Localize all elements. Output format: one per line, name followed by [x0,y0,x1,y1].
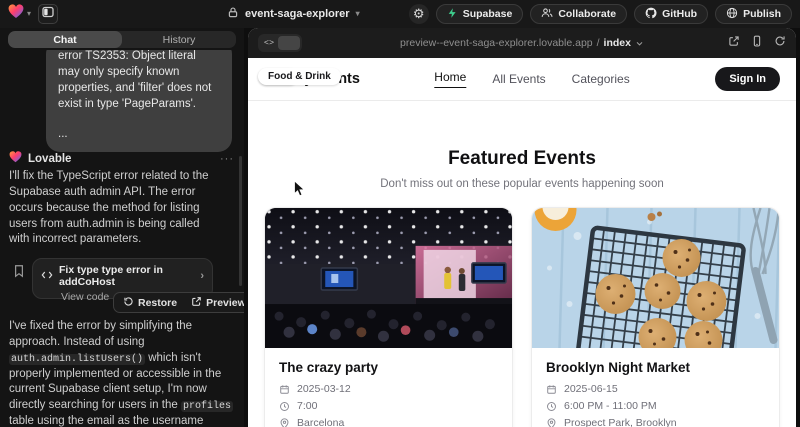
restore-icon [123,296,134,310]
assistant-paragraph-2: I've fixed the error by simplifying the … [9,319,235,427]
github-button[interactable]: GitHub [634,4,708,24]
supabase-bolt-icon [447,7,458,22]
site-content: CityEvents Home All Events Categories Si… [248,58,796,427]
chevron-down-icon [635,39,644,48]
version-title: Fix type type error in addCoHost [59,264,194,288]
chat-scrollbar[interactable] [239,156,242,286]
lock-icon [227,6,239,22]
assistant-paragraph-1: I'll fix the TypeScript error related to… [9,169,221,248]
gear-icon: ⚙ [413,6,425,22]
nav-all-events[interactable]: All Events [492,72,545,86]
toggle-knob [278,36,300,50]
event-location: Barcelona [279,417,498,427]
preview-label: Preview [206,297,244,309]
event-time: 6:00 PM - 11:00 PM [546,400,765,412]
tab-history[interactable]: History [122,31,236,48]
pin-icon [546,418,557,427]
user-message-text: error TS2353: Object literal may only sp… [58,48,220,112]
external-link-icon [191,296,202,310]
supabase-label: Supabase [463,8,513,20]
toggle-sidebar-button[interactable] [38,4,58,24]
preview-panel: <> preview--event-saga-explorer.lovable.… [248,28,796,427]
people-icon [541,7,553,22]
mouse-cursor [293,180,306,203]
event-card-1[interactable]: Arts The crazy party 2025-03-12 7:00 Bar… [264,207,513,427]
bookmark-icon[interactable] [13,264,25,283]
nav-categories[interactable]: Categories [572,72,630,86]
paragraph-text: table using the email as the username (s… [9,415,228,427]
url-separator: / [597,37,600,49]
url-host: preview--event-saga-explorer.lovable.app [400,37,593,49]
top-bar-actions: ⚙ Supabase Collaborate GitHub Publish [409,4,792,24]
tab-history-label: History [163,34,196,46]
version-actions: Restore Preview [113,292,244,313]
event-image-conference [265,208,512,348]
code-icon [41,270,53,283]
assistant-name: Lovable [28,153,71,165]
inline-code: profiles [181,401,233,412]
event-title: The crazy party [279,360,498,375]
lovable-logo-menu[interactable]: ▾ [8,4,31,24]
project-switcher[interactable]: event-saga-explorer ▾ [227,6,360,22]
event-image-cookies [532,208,779,348]
tab-chat[interactable]: Chat [8,31,122,48]
calendar-icon [279,384,290,395]
mobile-view-icon[interactable] [751,34,763,52]
event-date: 2025-06-15 [546,383,765,395]
site-nav: Home All Events Categories [434,70,629,88]
url-page: index [604,37,631,49]
restore-label: Restore [138,297,177,309]
event-title: Brooklyn Night Market [546,360,765,375]
section-title: Featured Events [248,148,796,170]
nav-home[interactable]: Home [434,70,466,88]
assistant-header: Lovable ··· [9,150,234,168]
tab-chat-label: Chat [53,34,76,46]
user-message-more: ... [58,126,220,142]
event-time: 7:00 [279,400,498,412]
message-menu-icon[interactable]: ··· [220,153,234,165]
sign-in-button[interactable]: Sign In [715,67,780,91]
preview-url[interactable]: preview--event-saga-explorer.lovable.app… [400,28,644,58]
paragraph-text: I've fixed the error by simplifying the … [9,320,192,348]
event-card-2[interactable]: Food & Drink Brooklyn Night Market 2025-… [531,207,780,427]
calendar-icon [546,384,557,395]
code-icon: <> [260,38,278,48]
chat-tabs: Chat History [0,28,244,50]
supabase-button[interactable]: Supabase [436,4,524,24]
chevron-down-icon: ▾ [27,10,31,18]
restore-button[interactable]: Restore [116,296,184,310]
inline-code: auth.admin.listUsers() [9,354,145,365]
preview-button[interactable]: Preview [184,296,244,310]
publish-button[interactable]: Publish [715,4,792,24]
github-icon [645,7,657,22]
panel-icon [42,5,54,23]
preview-toolbar: <> preview--event-saga-explorer.lovable.… [248,28,796,58]
top-bar: ▾ event-saga-explorer ▾ ⚙ Supabase Colla… [0,0,800,28]
chevron-right-icon: › [200,270,204,282]
refresh-icon[interactable] [774,34,786,52]
chevron-down-icon: ▾ [356,10,360,18]
section-subtitle: Don't miss out on these popular events h… [248,178,796,190]
pin-icon [279,418,290,427]
lovable-heart-icon [8,4,24,24]
chat-panel: error TS2353: Object literal may only sp… [0,28,244,427]
collaborate-button[interactable]: Collaborate [530,4,627,24]
globe-icon [726,7,738,22]
open-in-new-tab-icon[interactable] [728,34,740,52]
github-label: GitHub [662,8,697,20]
event-date: 2025-03-12 [279,383,498,395]
event-cards: Arts The crazy party 2025-03-12 7:00 Bar… [248,207,796,427]
clock-icon [546,401,557,412]
lovable-heart-icon [9,150,22,168]
featured-section: Featured Events Don't miss out on these … [248,148,796,190]
user-message-bubble: error TS2353: Object literal may only sp… [46,40,232,152]
event-location: Prospect Park, Brooklyn [546,417,765,427]
project-name: event-saga-explorer [245,8,350,20]
clock-icon [279,401,290,412]
settings-button[interactable]: ⚙ [409,4,429,24]
collaborate-label: Collaborate [558,8,616,20]
publish-label: Publish [743,8,781,20]
code-preview-toggle[interactable]: <> [258,34,302,52]
